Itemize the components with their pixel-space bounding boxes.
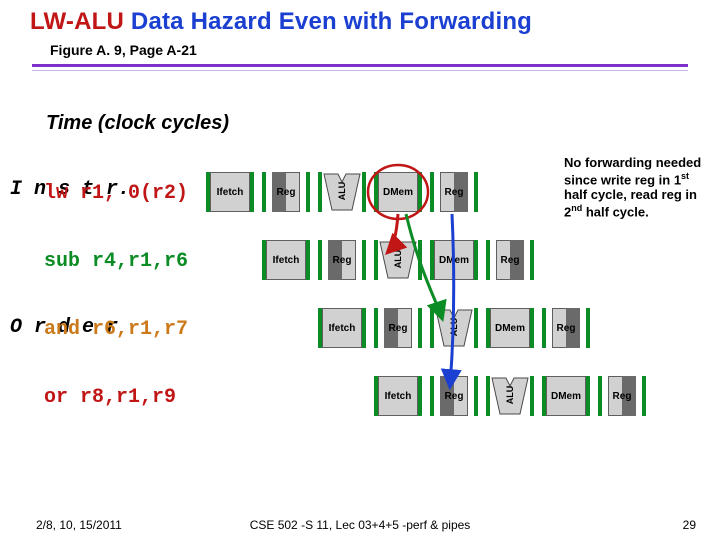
stage-alu: ALU <box>486 376 534 416</box>
stage-ifetch: Ifetch <box>318 308 366 348</box>
stage-ifetch: Ifetch <box>374 376 422 416</box>
stage-dmem: DMem <box>430 240 478 280</box>
instruction-text: or r8,r1,r9 <box>44 386 176 409</box>
stage-reg-read: Reg <box>374 308 422 348</box>
slide-subtitle: Figure A. 9, Page A-21 <box>50 42 197 58</box>
instruction-text: and r6,r1,r7 <box>44 318 188 341</box>
stage-reg-read: Reg <box>262 172 310 212</box>
stage-ifetch: Ifetch <box>262 240 310 280</box>
stage-dmem: DMem <box>374 172 422 212</box>
stage-alu: ALU <box>374 240 422 280</box>
time-header: Time (clock cycles) <box>46 112 229 135</box>
stage-reg-write: Reg <box>430 172 478 212</box>
forwarding-note: No forwarding needed since write reg in … <box>564 156 714 220</box>
instruction-text: lw r1, 0(r2) <box>44 182 188 205</box>
footer-course: CSE 502 -S 11, Lec 03+4+5 -perf & pipes <box>0 518 720 532</box>
stage-reg-write: Reg <box>486 240 534 280</box>
stage-dmem: DMem <box>542 376 590 416</box>
stage-alu: ALU <box>318 172 366 212</box>
stage-reg-read: Reg <box>430 376 478 416</box>
stage-dmem: DMem <box>486 308 534 348</box>
title-rest: Data Hazard Even with Forwarding <box>131 8 532 35</box>
slide-title: LW-ALU Data Hazard Even with Forwarding <box>30 8 532 36</box>
stage-ifetch: Ifetch <box>206 172 254 212</box>
title-prefix: LW-ALU <box>30 8 131 35</box>
stage-reg-read: Reg <box>318 240 366 280</box>
stage-alu: ALU <box>430 308 478 348</box>
footer-pagenum: 29 <box>683 518 696 532</box>
stage-reg-write: Reg <box>598 376 646 416</box>
stage-reg-write: Reg <box>542 308 590 348</box>
instruction-text: sub r4,r1,r6 <box>44 250 188 273</box>
slide: LW-ALU Data Hazard Even with Forwarding … <box>0 0 720 540</box>
divider <box>32 64 688 70</box>
